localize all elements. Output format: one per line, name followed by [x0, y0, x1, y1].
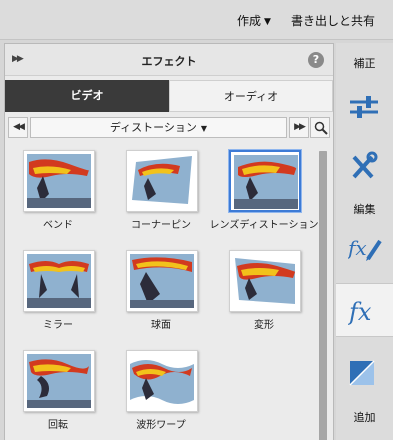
- transition-icon: [349, 360, 375, 386]
- effect-item-mirror[interactable]: ミラー: [8, 248, 108, 338]
- svg-text:fx: fx: [348, 236, 367, 260]
- effect-thumbnail: [23, 150, 95, 212]
- adjust-button[interactable]: [336, 83, 393, 131]
- top-bar: 作成 ▼ 書き出しと共有: [0, 0, 393, 40]
- add-label: 追加: [353, 411, 376, 424]
- effect-label: レンズディストーション: [209, 220, 319, 231]
- effect-thumbnail: [126, 250, 198, 312]
- applied-effects-button[interactable]: fx: [336, 223, 393, 271]
- panel-title: エフェクト: [141, 55, 197, 68]
- effect-item-spherize[interactable]: 球面: [111, 248, 211, 338]
- effect-item-transform[interactable]: 変形: [214, 248, 314, 338]
- export-share-button[interactable]: 書き出しと共有: [291, 12, 375, 29]
- applied-fx-icon: fx: [348, 236, 382, 261]
- effect-item-wave-warp[interactable]: 波形ワープ: [111, 348, 211, 438]
- effect-label: コーナーピン: [131, 220, 191, 231]
- effects-panel: ▶▶ エフェクト ? ビデオ オーディオ ◀◀ ディストーション ▼ ▶▶ ベン…: [4, 43, 334, 440]
- effect-item-corner-pin[interactable]: コーナーピン: [111, 148, 211, 238]
- effect-item-twirl[interactable]: 回転: [8, 348, 108, 438]
- effect-label: 変形: [254, 320, 274, 331]
- search-icon: [314, 121, 328, 135]
- tools-icon: [352, 151, 378, 179]
- effect-label: 回転: [48, 420, 68, 431]
- right-sidebar: 補正 編集 fx fx 追加: [336, 43, 393, 440]
- previous-category-button[interactable]: ◀◀: [8, 117, 28, 138]
- tools-button[interactable]: [336, 141, 393, 189]
- fx-icon: fx: [348, 298, 372, 326]
- effects-grid: ベンド コーナーピン レンズディストーション ミラー 球面 変形 回転 波形ワー…: [5, 144, 318, 440]
- chevron-down-icon: ▼: [200, 124, 208, 133]
- effect-thumbnail: [23, 250, 95, 312]
- adjust-sliders-icon: [350, 96, 378, 118]
- effect-label: 波形ワープ: [136, 420, 186, 431]
- category-nav: ◀◀ ディストーション ▼ ▶▶: [5, 117, 333, 139]
- scrollbar-thumb[interactable]: [319, 151, 327, 440]
- adjust-label: 補正: [353, 57, 376, 70]
- tab-video[interactable]: ビデオ: [5, 80, 169, 112]
- grid-scrollbar[interactable]: [319, 151, 327, 440]
- panel-header: ▶▶ エフェクト ?: [5, 44, 333, 76]
- chevron-down-icon: ▼: [264, 17, 271, 27]
- create-menu-button[interactable]: 作成 ▼: [237, 12, 271, 29]
- effect-thumbnail: [229, 250, 301, 312]
- effect-label: ベンド: [43, 220, 73, 231]
- effect-label: ミラー: [43, 320, 73, 331]
- media-tabs: ビデオ オーディオ: [5, 80, 333, 112]
- create-label: 作成: [237, 14, 262, 28]
- effect-thumbnail: [126, 150, 198, 212]
- help-icon[interactable]: ?: [308, 52, 324, 68]
- tab-audio[interactable]: オーディオ: [169, 80, 333, 112]
- transitions-button[interactable]: [336, 349, 393, 397]
- search-button[interactable]: [310, 117, 330, 138]
- effect-thumbnail-selected: [229, 150, 301, 212]
- effect-thumbnail: [126, 350, 198, 412]
- category-dropdown[interactable]: ディストーション ▼: [30, 117, 287, 138]
- effect-item-lens-distortion[interactable]: レンズディストーション: [210, 148, 318, 238]
- next-category-button[interactable]: ▶▶: [289, 117, 309, 138]
- effect-label: 球面: [151, 320, 171, 331]
- effect-item-bend[interactable]: ベンド: [8, 148, 108, 238]
- edit-label: 編集: [353, 203, 376, 216]
- category-label: ディストーション: [109, 121, 197, 134]
- effects-button[interactable]: fx: [336, 283, 393, 337]
- svg-text:fx: fx: [348, 298, 372, 326]
- effect-thumbnail: [23, 350, 95, 412]
